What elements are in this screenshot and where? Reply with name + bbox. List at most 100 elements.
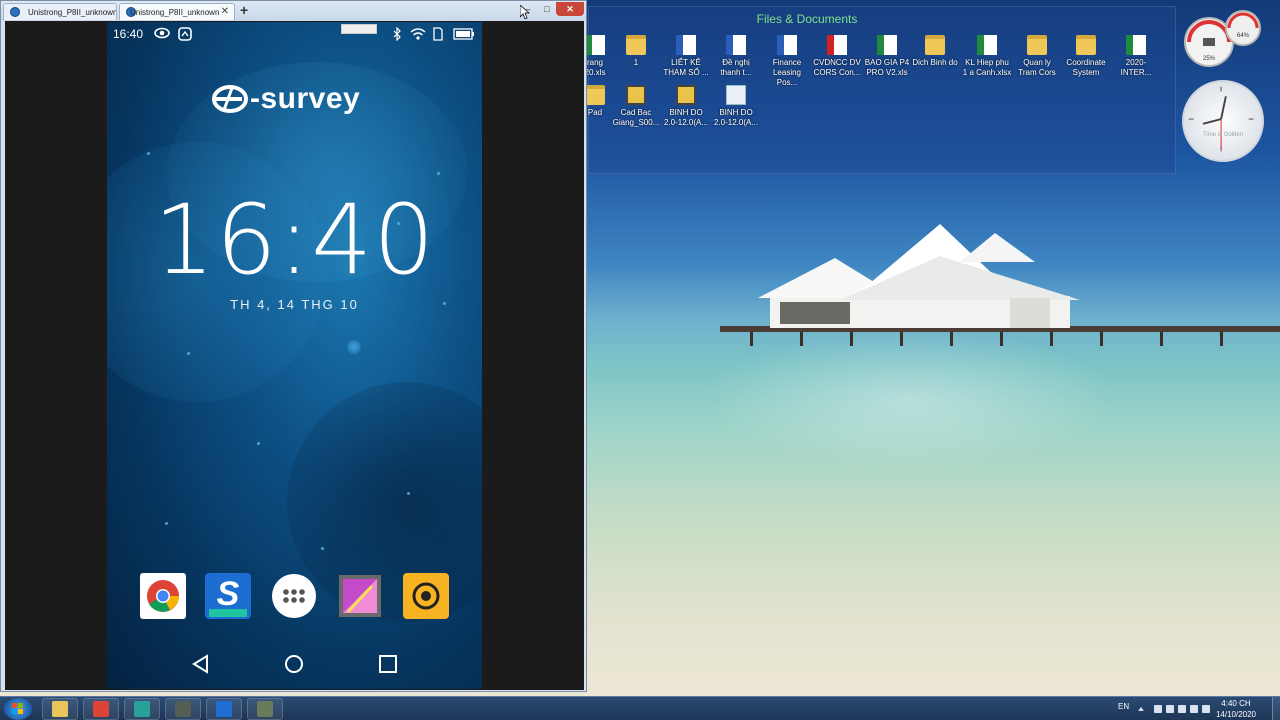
esurvey-logo-icon [212,85,248,113]
svg-text:S: S [217,575,240,613]
desktop-icon-label: 1 [633,58,639,67]
desktop-icon-label: 2020-INTER... [1120,58,1152,77]
teamviewer-icon [216,701,232,717]
desktop-icon-excel[interactable]: BAO GIA P4 PRO V2.xls [862,35,912,78]
chrome-icon[interactable] [140,573,186,619]
brand-text: -survey [250,82,361,115]
desktop-icon-excel[interactable]: 2020-INTER... [1111,35,1161,78]
tab-close-icon[interactable]: ✕ [221,6,229,17]
show-desktop-button[interactable] [1272,697,1280,720]
chrome-icon [93,701,109,717]
tray-expand-icon[interactable] [1138,707,1144,711]
apps-grid-icon[interactable] [271,573,317,619]
taskbar-app-1[interactable] [83,698,119,720]
keyboard-icon [341,24,377,34]
desktop-icon-dwg[interactable]: BINH DO 2.0-12.0(A... [661,85,711,128]
bluetooth-icon [393,27,401,41]
close-button[interactable]: ✕ [556,2,584,16]
desktop-icon-label: CVDNCC DV CORS Con... [813,58,861,77]
desktop-icon-folder[interactable]: Quan ly Tram Cors [1012,35,1062,78]
desktop-icon-pdf[interactable]: CVDNCC DV CORS Con... [812,35,862,78]
monitor-icon[interactable] [1190,705,1198,713]
sim-icon [433,27,443,41]
desktop-icon-label: BINH DO 2.0-12.0(A... [713,108,759,127]
cpu-meter-gadget[interactable]: 64% 25% [1183,8,1265,68]
folder-file-icon [925,35,945,55]
emulator-window[interactable]: Unistrong_P8II_unknown Unistrong_P8II_un… [0,0,587,692]
network-icon[interactable] [1154,705,1162,713]
desktop-icon-label: Coordinate System [1066,58,1106,77]
mem-percent: 64% [1237,33,1250,39]
language-indicator[interactable]: EN [1118,702,1129,711]
s-android-icon[interactable]: S [205,573,251,619]
taskbar-app-2[interactable] [124,698,160,720]
star [147,152,150,155]
word-file-icon [676,35,696,55]
volume-icon[interactable] [1202,705,1210,713]
window-titlebar[interactable]: Unistrong_P8II_unknown Unistrong_P8II_un… [1,1,586,21]
star [257,442,260,445]
flag-icon[interactable] [1166,705,1174,713]
desktop-icon-word[interactable]: Finance Leasing Pos... [762,35,812,88]
desktop-icon-dwg[interactable]: Cad Bac Giang_S00... [611,85,661,128]
tab-device-1[interactable]: Unistrong_P8II_unknown [3,3,117,20]
lockscreen-clock[interactable]: 16:40 [107,184,482,296]
start-button[interactable] [4,698,32,720]
tray-time: 4:40 CH [1221,699,1251,708]
tray-date: 14/10/2020 [1215,710,1256,719]
explorer-icon [52,701,68,717]
system-tray: EN 4:40 CH 14/10/2020 [1110,697,1280,720]
desktop-icon-label: Cad Bac Giang_S00... [612,108,660,127]
desktop-icon-file[interactable]: BINH DO 2.0-12.0(A... [711,85,761,128]
taskbar-app-5[interactable] [247,698,283,720]
device-icon [10,7,20,17]
desktop-icon-folder[interactable]: Coordinate System [1061,35,1111,78]
maximize-button[interactable]: □ [538,2,556,16]
file-file-icon [726,85,746,105]
excel-file-icon [1126,35,1146,55]
tab-device-2[interactable]: Unistrong_P8II_unknown ✕ [119,3,235,20]
desktop-icon-label: BINH DO 2.0-12.0(A... [663,108,709,127]
taskbar-app-4[interactable] [206,698,242,720]
android-screen[interactable]: 16:40 -survey 16:40 TH 4, 14 THG 10 S [107,22,482,689]
taskbar: EN 4:40 CH 14/10/2020 [0,696,1280,720]
desktop-icon-label: BAO GIA P4 PRO V2.xls [864,58,910,77]
clock-gadget[interactable]: Time is Golden [1182,80,1264,162]
folder-file-icon [626,35,646,55]
new-tab-button[interactable]: + [240,2,248,18]
desktop-icon-label: LIẾT KÊ THAM SỐ ... [663,58,709,77]
folder-file-icon [585,85,605,105]
desktop-icon-label: Finance Leasing Pos... [772,58,802,87]
gallery-icon[interactable] [337,573,383,619]
desktop-icon-folder[interactable]: 1 [611,35,661,68]
star [165,522,168,525]
pdf-file-icon [827,35,847,55]
clock-brand: Time is Golden [1202,132,1244,138]
folder-file-icon [1027,35,1047,55]
autocad-icon [134,701,150,717]
camera-icon[interactable] [403,573,449,619]
desktop-icon-word[interactable]: Đề nghị thanh t... [711,35,761,78]
star [187,352,190,355]
desktop-icon-label: Đề nghị thanh t... [720,58,752,77]
status-bar[interactable]: 16:40 [107,22,482,46]
desktop-icon-excel[interactable]: KL Hiep phu 1 a Canh.xlsx [962,35,1012,78]
clock-face-icon [1188,86,1254,152]
esurvey-logo: -survey [212,82,382,118]
recents-icon[interactable] [376,652,400,676]
home-icon[interactable] [282,652,306,676]
desktop-icon-folder[interactable]: Dich Binh do [910,35,960,68]
fence-title: Files & Documents [756,12,858,26]
usb-icon[interactable] [1178,705,1186,713]
star [347,340,361,354]
wifi-icon [410,28,426,40]
back-icon[interactable] [189,652,213,676]
excel-file-icon [877,35,897,55]
taskbar-app-3[interactable] [165,698,201,720]
eye-icon [154,27,170,39]
desktop-icon-word[interactable]: LIẾT KÊ THAM SỐ ... [661,35,711,78]
word-file-icon [726,35,746,55]
tray-clock[interactable]: 4:40 CH 14/10/2020 [1216,698,1256,720]
taskbar-app-0[interactable] [42,698,78,720]
status-time: 16:40 [113,27,144,41]
